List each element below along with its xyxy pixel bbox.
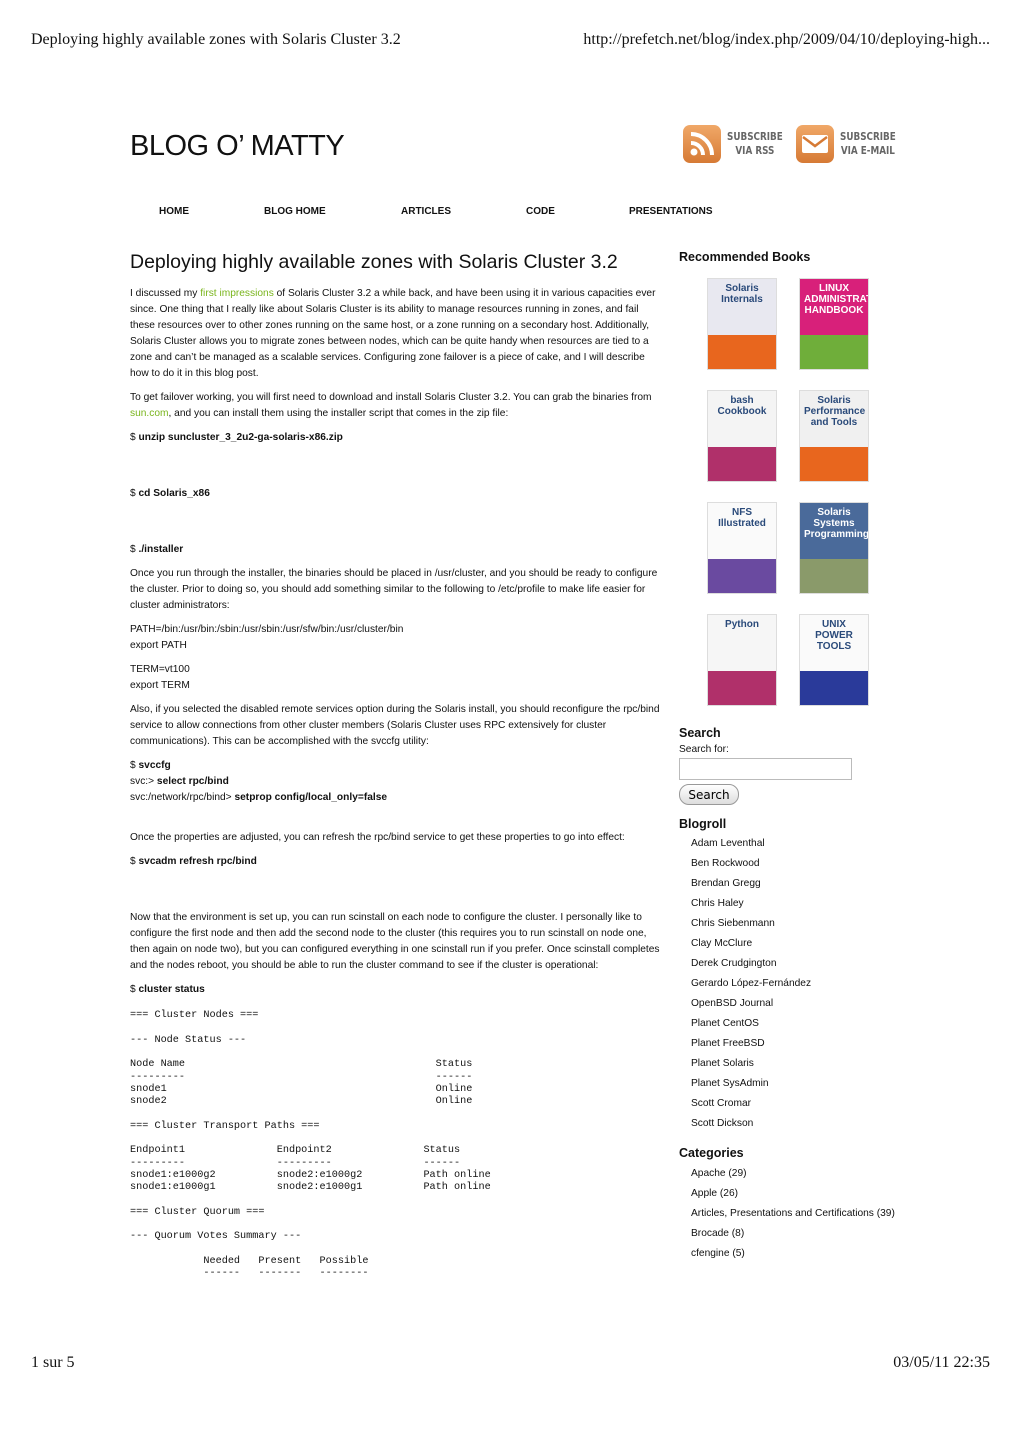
book-cover[interactable]: Solaris Systems Programming: [799, 502, 869, 594]
category-link[interactable]: Apple (26): [691, 1183, 909, 1203]
category-link[interactable]: Articles, Presentations and Certificatio…: [691, 1203, 909, 1223]
category-link[interactable]: Brocade (8): [691, 1223, 909, 1243]
book-grid: Solaris Internals LINUX ADMINISTRATION HA…: [707, 278, 909, 706]
subscribe-email-line2: VIA E-MAIL: [840, 144, 895, 157]
output: === Cluster Nodes ===: [130, 1010, 259, 1021]
categories-heading: Categories: [679, 1146, 744, 1160]
blogroll-link[interactable]: Scott Dickson: [691, 1114, 909, 1134]
book-cover[interactable]: Solaris Internals: [707, 278, 777, 370]
category-link[interactable]: Apache (29): [691, 1163, 909, 1183]
blogroll-link[interactable]: Scott Cromar: [691, 1094, 909, 1114]
book-title: Solaris Internals: [721, 283, 763, 305]
subscribe-email-button[interactable]: SUBSCRIBE VIA E-MAIL: [796, 125, 910, 163]
blogroll-link[interactable]: Brendan Gregg: [691, 874, 909, 894]
path-config: PATH=/bin:/usr/bin:/sbin:/usr/sbin:/usr/…: [130, 624, 404, 651]
blogroll-link[interactable]: Planet CentOS: [691, 1014, 909, 1034]
subscribe-email-line1: SUBSCRIBE: [840, 130, 896, 143]
blogroll-link[interactable]: Derek Crudgington: [691, 954, 909, 974]
paragraph: Now that the environment is set up, you …: [130, 912, 660, 971]
book-cover[interactable]: LINUX ADMINISTRATION HANDBOOK: [799, 278, 869, 370]
books-heading: Recommended Books: [679, 250, 811, 264]
nav-code[interactable]: CODE: [526, 206, 555, 217]
mail-icon: [796, 125, 834, 163]
search-input[interactable]: [679, 758, 852, 780]
post-title: Deploying highly available zones with So…: [130, 251, 618, 273]
paragraph: I discussed my first impressions of Sola…: [130, 288, 656, 379]
print-header-url: http://prefetch.net/blog/index.php/2009/…: [583, 31, 990, 48]
book-title: Solaris Performance and Tools: [804, 395, 866, 428]
categories-list: Apache (29) Apple (26) Articles, Presentat…: [679, 1163, 909, 1263]
blogroll-link[interactable]: Chris Haley: [691, 894, 909, 914]
subscribe-rss-line2: VIA RSS: [735, 144, 775, 157]
paragraph: Once the properties are adjusted, you ca…: [130, 832, 625, 843]
blogroll-link[interactable]: Planet Solaris: [691, 1054, 909, 1074]
command: $ unzip suncluster_3_2u2-ga-solaris-x86.…: [130, 432, 343, 443]
book-title: UNIX POWER TOOLS: [815, 619, 853, 652]
output: --- Quorum Votes Summary ---: [130, 1231, 302, 1243]
output: Endpoint1 Endpoint2 Status --------- ---…: [130, 1145, 491, 1194]
subscribe-rss-button[interactable]: SUBSCRIBE VIA RSS: [683, 125, 797, 163]
output: === Cluster Transport Paths ===: [130, 1120, 320, 1132]
term-config: TERM=vt100 export TERM: [130, 664, 190, 691]
nav-articles[interactable]: ARTICLES: [401, 206, 451, 217]
output: Needed Present Possible ------ ------- -…: [203, 1256, 369, 1280]
book-cover[interactable]: Solaris Performance and Tools: [799, 390, 869, 482]
print-footer-datetime: 03/05/11 22:35: [893, 1354, 990, 1371]
blogroll-link[interactable]: Planet SysAdmin: [691, 1074, 909, 1094]
print-header-title: Deploying highly available zones with So…: [31, 31, 401, 48]
nav-blog-home[interactable]: BLOG HOME: [264, 206, 326, 217]
post: Deploying highly available zones with So…: [130, 250, 662, 1293]
book-title: Solaris Systems Programming: [804, 507, 869, 540]
paragraph: Also, if you selected the disabled remot…: [130, 704, 660, 747]
paragraph: To get failover working, you will first …: [130, 392, 652, 419]
nav-home[interactable]: HOME: [159, 206, 189, 217]
print-footer-page: 1 sur 5: [31, 1354, 75, 1371]
blogroll-link[interactable]: Chris Siebenmann: [691, 914, 909, 934]
command: $ svcadm refresh rpc/bind: [130, 856, 257, 867]
nav-presentations[interactable]: PRESENTATIONS: [629, 206, 713, 217]
first-impressions-link[interactable]: first impressions: [200, 288, 274, 299]
search-label: Search for:: [679, 744, 729, 755]
rss-icon: [683, 125, 721, 163]
svccfg-commands: $ svccfg svc:> select rpc/bind svc:/networ…: [130, 760, 388, 803]
paragraph: Once you run through the installer, the …: [130, 568, 658, 611]
blogroll-link[interactable]: Adam Leventhal: [691, 834, 909, 854]
search-heading: Search: [679, 726, 721, 740]
book-cover[interactable]: UNIX POWER TOOLS: [799, 614, 869, 706]
sun-com-link[interactable]: sun.com: [130, 408, 169, 419]
book-title: Python: [725, 619, 759, 630]
blogroll-link[interactable]: Planet FreeBSD: [691, 1034, 909, 1054]
book-title: bash Cookbook: [717, 395, 767, 417]
book-title: NFS Illustrated: [718, 507, 766, 529]
book-cover[interactable]: NFS Illustrated: [707, 502, 777, 594]
subscribe-rss-line1: SUBSCRIBE: [727, 130, 783, 143]
blogroll-link[interactable]: Clay McClure: [691, 934, 909, 954]
blog-title[interactable]: BLOG O’ MATTY: [130, 130, 345, 163]
command: $ cd Solaris_x86: [130, 488, 210, 499]
output: === Cluster Quorum ===: [130, 1206, 265, 1218]
category-link[interactable]: cfengine (5): [691, 1243, 909, 1263]
output: --- Node Status ---: [130, 1034, 247, 1046]
command: $ cluster status: [130, 984, 205, 995]
blogroll-link[interactable]: Gerardo López-Fernández: [691, 974, 909, 994]
book-title: LINUX ADMINISTRATION HANDBOOK: [804, 283, 868, 316]
blogroll-link[interactable]: OpenBSD Journal: [691, 994, 909, 1014]
search-button[interactable]: Search: [679, 784, 739, 805]
book-cover[interactable]: bash Cookbook: [707, 390, 777, 482]
book-cover[interactable]: Python: [707, 614, 777, 706]
blogroll-list: Adam Leventhal Ben Rockwood Brendan Gregg C…: [679, 834, 909, 1134]
command: $ ./installer: [130, 544, 184, 555]
sidebar: Recommended Books Solaris Internals LINUX…: [679, 250, 909, 1263]
blogroll-link[interactable]: Ben Rockwood: [691, 854, 909, 874]
output: Node Name Status --------- ------ snode1…: [130, 1059, 473, 1108]
blogroll-heading: Blogroll: [679, 817, 727, 831]
